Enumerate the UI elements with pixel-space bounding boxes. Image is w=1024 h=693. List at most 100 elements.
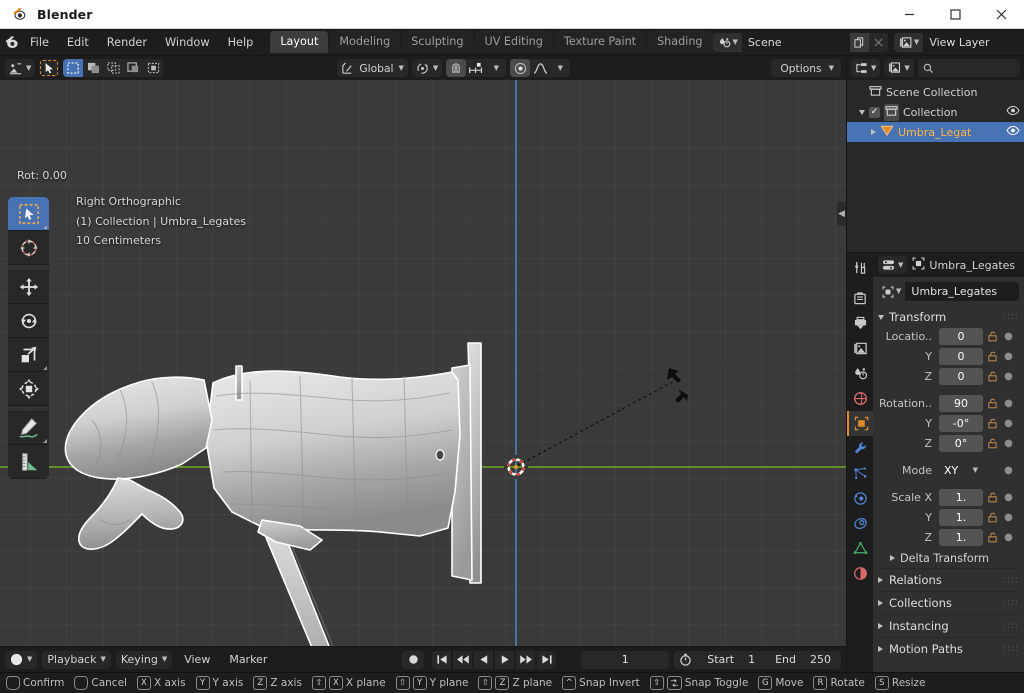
search-input[interactable] [918,59,1020,77]
properties-tab-render[interactable] [847,286,873,311]
panel-relations[interactable]: Relations :::: [878,568,1019,591]
scene-name[interactable]: Scene [742,33,850,52]
lasso-select-icon[interactable] [123,59,143,77]
animate-property-dot[interactable]: ● [1002,398,1015,409]
properties-tab-world[interactable] [847,386,873,411]
chevron-down-icon[interactable] [859,110,865,115]
delta-transform-subpanel[interactable]: Delta Transform [878,548,1019,568]
lock-icon[interactable] [986,398,999,409]
falloff-curve-icon[interactable] [530,59,550,77]
measure-tool[interactable] [8,445,49,479]
visibility-eye-icon[interactable] [1006,105,1020,119]
frame-start-field[interactable]: Start 1 [697,653,765,666]
rotate-tool[interactable] [8,304,49,338]
properties-tab-view-layer[interactable] [847,336,873,361]
view-layer-icon[interactable]: ▼ [894,33,923,52]
viewport-options-button[interactable]: Options ▼ [771,59,841,77]
prev-keyframe-icon[interactable] [453,651,472,669]
scale-tool[interactable] [8,338,49,372]
lock-icon[interactable] [986,532,999,543]
frame-end-field[interactable]: End 250 [765,653,841,666]
outliner-filter-button[interactable]: ▼ [884,59,913,77]
tab-sculpting[interactable]: Sculpting [401,31,473,53]
rotation-mode-dropdown[interactable]: XY ▼ [939,462,983,479]
maximize-button[interactable] [932,0,978,29]
outliner-row-umbra-legates[interactable]: Umbra_Legat [847,122,1024,142]
play-icon[interactable] [495,651,514,669]
location-z-field[interactable]: 0 [939,368,983,385]
jump-start-icon[interactable] [432,651,451,669]
properties-editor-type-button[interactable]: ▼ [878,256,907,274]
transform-tool[interactable] [8,372,49,406]
properties-tab-object[interactable] [847,411,873,436]
animate-property-dot[interactable]: ● [1002,418,1015,429]
lock-icon[interactable] [986,331,999,342]
menu-help[interactable]: Help [219,33,263,52]
animate-property-dot[interactable]: ● [1002,465,1015,476]
drag-handle-icon[interactable]: :::: [1003,575,1019,585]
lock-icon[interactable] [986,512,999,523]
animate-property-dot[interactable]: ● [1002,512,1015,523]
object-icon[interactable]: ▼ [878,282,905,301]
jump-end-icon[interactable] [537,651,556,669]
animate-property-dot[interactable]: ● [1002,492,1015,503]
next-keyframe-icon[interactable] [516,651,535,669]
blender-logo-icon[interactable] [4,29,21,56]
tweak-tool[interactable] [8,197,49,231]
animate-property-dot[interactable]: ● [1002,532,1015,543]
statue-mesh[interactable] [0,80,846,646]
scene-new-icon[interactable] [850,33,869,52]
properties-tab-modifiers[interactable] [847,436,873,461]
keying-dropdown[interactable]: Keying ▼ [116,651,172,669]
panel-collections[interactable]: Collections :::: [878,591,1019,614]
close-button[interactable] [978,0,1024,29]
scene-unlink-icon[interactable] [869,33,888,52]
menu-file[interactable]: File [21,33,58,52]
properties-tab-output[interactable] [847,311,873,336]
animate-property-dot[interactable]: ● [1002,371,1015,382]
snap-dropdown[interactable]: ▼ [486,59,506,77]
timeline-menu-marker[interactable]: Marker [222,653,274,666]
falloff-dropdown[interactable]: ▼ [550,59,570,77]
panel-instancing[interactable]: Instancing :::: [878,614,1019,637]
properties-tab-constraints[interactable] [847,511,873,536]
properties-tab-physics[interactable] [847,486,873,511]
box-select-icon[interactable] [83,59,103,77]
editor-type-button[interactable]: ▼ [5,59,35,77]
drag-handle-icon[interactable]: :::: [1003,621,1019,631]
object-name-field[interactable]: ▼ Umbra_Legates [878,282,1019,301]
timeline-menu-view[interactable]: View [177,653,217,666]
record-icon[interactable] [402,651,424,669]
panel-motion-paths[interactable]: Motion Paths :::: [878,637,1019,660]
lock-icon[interactable] [986,492,999,503]
properties-tab-material[interactable] [847,561,873,586]
properties-tab-scene[interactable] [847,361,873,386]
tab-texture-paint[interactable]: Texture Paint [554,31,646,53]
collection-checkbox[interactable]: ✓ [869,107,880,118]
orientation-dropdown[interactable]: Global ▼ [337,59,407,77]
tab-modeling[interactable]: Modeling [329,31,400,53]
rotation-z-field[interactable]: 0° [939,435,983,452]
tab-layout[interactable]: Layout [270,31,328,53]
tab-shading[interactable]: Shading [647,31,712,53]
animate-property-dot[interactable]: ● [1002,351,1015,362]
tab-uv-editing[interactable]: UV Editing [475,31,553,53]
cursor-tool[interactable] [8,231,49,265]
annotate-tool[interactable] [8,411,49,445]
current-frame-field[interactable]: 1 [581,651,669,669]
drag-handle-icon[interactable]: :::: [1003,598,1019,608]
rotation-y-field[interactable]: -0° [939,415,983,432]
lock-icon[interactable] [986,418,999,429]
properties-tab-tool[interactable] [847,255,873,280]
move-tool[interactable] [8,270,49,304]
rotation-x-field[interactable]: 90 [939,395,983,412]
outliner-row-collection[interactable]: ✓ Collection [847,102,1024,122]
3d-viewport[interactable]: Rot: 0.00 Right Orthographic (1) Collect… [0,80,846,646]
lock-icon[interactable] [986,351,999,362]
menu-edit[interactable]: Edit [58,33,98,52]
chevron-right-icon[interactable] [871,129,876,135]
play-reverse-icon[interactable] [474,651,493,669]
transform-panel-header[interactable]: Transform :::: [878,307,1019,327]
view-layer-name[interactable]: View Layer [923,33,1024,52]
timeline-editor-type-button[interactable]: ▼ [5,651,37,669]
